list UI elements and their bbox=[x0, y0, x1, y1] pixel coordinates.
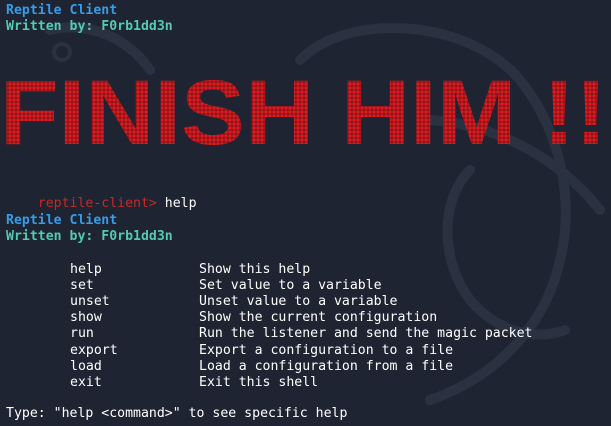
help-description: Show this help bbox=[199, 262, 311, 277]
typed-command: help bbox=[156, 196, 197, 212]
help-description: Unset value to a variable bbox=[199, 294, 398, 309]
help-command: export bbox=[70, 343, 118, 358]
help-description: Run the listener and send the magic pack… bbox=[199, 326, 533, 341]
finish-him-pixel-overlay: FINISH HIM !! bbox=[0, 62, 607, 157]
banner-title-repeat: Reptile Client bbox=[6, 213, 118, 228]
footer-hint: Type: "help <command>" to see specific h… bbox=[6, 406, 348, 421]
help-command: run bbox=[70, 326, 94, 341]
help-command: set bbox=[70, 278, 94, 293]
help-command: load bbox=[70, 359, 102, 374]
help-description: Show the current configuration bbox=[199, 310, 438, 325]
help-description: Exit this shell bbox=[199, 375, 319, 390]
help-description: Load a configuration from a file bbox=[199, 359, 454, 374]
help-command: exit bbox=[70, 375, 102, 390]
banner-author: Written by: F0rb1dd3n bbox=[6, 19, 173, 34]
banner-author-repeat: Written by: F0rb1dd3n bbox=[6, 229, 173, 244]
help-command: unset bbox=[70, 294, 110, 309]
help-description: Export a configuration to a file bbox=[199, 343, 454, 358]
help-description: Set value to a variable bbox=[199, 278, 382, 293]
help-command: help bbox=[70, 262, 102, 277]
terminal-window[interactable]: Reptile Client Written by: F0rb1dd3n FIN… bbox=[0, 0, 611, 426]
prompt-label: reptile-client> bbox=[37, 196, 157, 212]
banner-title: Reptile Client bbox=[6, 3, 118, 18]
help-command: show bbox=[70, 310, 102, 325]
finish-him-ascii-banner: FINISH HIM !! FINISH HIM !! bbox=[0, 62, 607, 157]
